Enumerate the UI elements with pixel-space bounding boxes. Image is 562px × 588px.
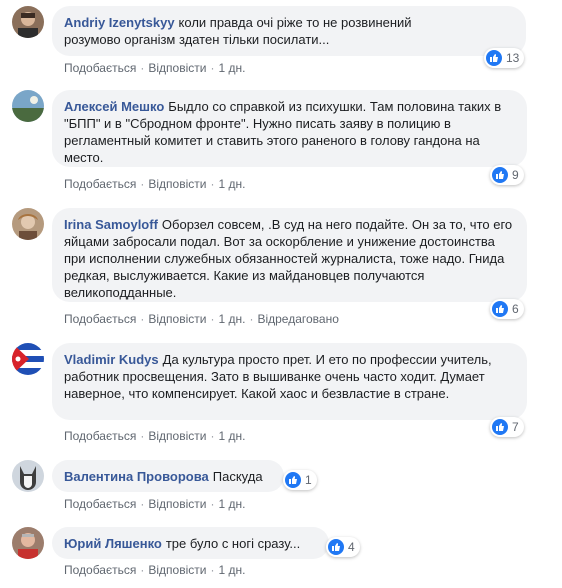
- reply-link[interactable]: Відповісти: [148, 177, 206, 191]
- avatar[interactable]: [12, 208, 44, 240]
- like-link[interactable]: Подобається: [64, 177, 136, 191]
- comment-author[interactable]: Irina Samoyloff: [64, 217, 158, 232]
- reaction-count: 4: [348, 540, 355, 554]
- reaction-count: 1: [305, 473, 312, 487]
- like-thumb-icon: [492, 167, 508, 183]
- reaction-count: 9: [512, 168, 519, 182]
- comment-actions: Подобається · Відповісти · 1 дн.: [64, 497, 245, 511]
- comment-time[interactable]: 1 дн.: [218, 497, 245, 511]
- reaction-badge[interactable]: 13: [484, 48, 525, 68]
- like-link[interactable]: Подобається: [64, 497, 136, 511]
- comment-bubble: Irina Samoyloff Оборзел совсем, .В суд на…: [52, 208, 527, 302]
- reaction-count: 6: [512, 302, 519, 316]
- comment-time[interactable]: 1 дн.: [218, 429, 245, 443]
- reply-link[interactable]: Відповісти: [148, 497, 206, 511]
- avatar[interactable]: [12, 343, 44, 375]
- comment-bubble: Валентина Проворова Паскуда: [52, 460, 284, 492]
- reaction-badge[interactable]: 4: [326, 537, 360, 557]
- comment-text: тре було с ногі сразу...: [165, 536, 301, 551]
- comment-actions: Подобається · Відповісти · 1 дн.: [64, 429, 245, 443]
- edited-label[interactable]: Відредаговано: [257, 312, 338, 326]
- separator: ·: [140, 61, 145, 75]
- comment-time[interactable]: 1 дн.: [218, 563, 245, 577]
- comment-author[interactable]: Алексей Мешко: [64, 99, 164, 114]
- comment-actions: Подобається · Відповісти · 1 дн.: [64, 563, 245, 577]
- separator: ·: [140, 429, 145, 443]
- comment-bubble: Vladimir Kudys Да культура просто прет. И…: [52, 343, 527, 420]
- avatar[interactable]: [12, 527, 44, 559]
- reaction-badge[interactable]: 9: [490, 165, 524, 185]
- avatar[interactable]: [12, 460, 44, 492]
- separator: ·: [210, 312, 215, 326]
- reply-link[interactable]: Відповісти: [148, 61, 206, 75]
- like-thumb-icon: [492, 301, 508, 317]
- reaction-badge[interactable]: 7: [490, 417, 524, 437]
- separator: ·: [249, 312, 254, 326]
- separator: ·: [210, 429, 215, 443]
- comment-actions: Подобається · Відповісти · 1 дн.: [64, 61, 245, 75]
- avatar[interactable]: [12, 90, 44, 122]
- separator: ·: [210, 177, 215, 191]
- comment-time[interactable]: 1 дн.: [218, 61, 245, 75]
- separator: ·: [210, 497, 215, 511]
- like-link[interactable]: Подобається: [64, 312, 136, 326]
- comment-bubble: Andriy Izenytskyy коли правда очі ріже то…: [52, 6, 526, 56]
- like-link[interactable]: Подобається: [64, 563, 136, 577]
- comment-author[interactable]: Валентина Проворова: [64, 469, 209, 484]
- reaction-badge[interactable]: 1: [283, 470, 317, 490]
- like-thumb-icon: [492, 419, 508, 435]
- like-thumb-icon: [486, 50, 502, 66]
- like-link[interactable]: Подобається: [64, 429, 136, 443]
- separator: ·: [140, 312, 145, 326]
- comment-actions: Подобається · Відповісти · 1 дн.: [64, 177, 245, 191]
- reply-link[interactable]: Відповісти: [148, 429, 206, 443]
- comment-author[interactable]: Andriy Izenytskyy: [64, 15, 175, 30]
- comment-author[interactable]: Vladimir Kudys: [64, 352, 159, 367]
- separator: ·: [140, 497, 145, 511]
- comment-time[interactable]: 1 дн.: [218, 177, 245, 191]
- reply-link[interactable]: Відповісти: [148, 312, 206, 326]
- reaction-count: 13: [506, 51, 520, 65]
- like-thumb-icon: [328, 539, 344, 555]
- separator: ·: [140, 177, 145, 191]
- comment-actions: Подобається · Відповісти · 1 дн. · Відредагова…: [64, 312, 339, 326]
- reply-link[interactable]: Відповісти: [148, 563, 206, 577]
- like-link[interactable]: Подобається: [64, 61, 136, 75]
- separator: ·: [210, 563, 215, 577]
- comment-bubble: Юрий Ляшенко тре було с ногі сразу...: [52, 527, 329, 559]
- reaction-count: 7: [512, 420, 519, 434]
- comment-bubble: Алексей Мешко Быдло со справкой из психуш…: [52, 90, 527, 167]
- avatar[interactable]: [12, 6, 44, 38]
- comment-time[interactable]: 1 дн.: [218, 312, 245, 326]
- separator: ·: [140, 563, 145, 577]
- comment-text: Паскуда: [212, 469, 263, 484]
- reaction-badge[interactable]: 6: [490, 299, 524, 319]
- like-thumb-icon: [285, 472, 301, 488]
- separator: ·: [210, 61, 215, 75]
- comment-author[interactable]: Юрий Ляшенко: [64, 536, 162, 551]
